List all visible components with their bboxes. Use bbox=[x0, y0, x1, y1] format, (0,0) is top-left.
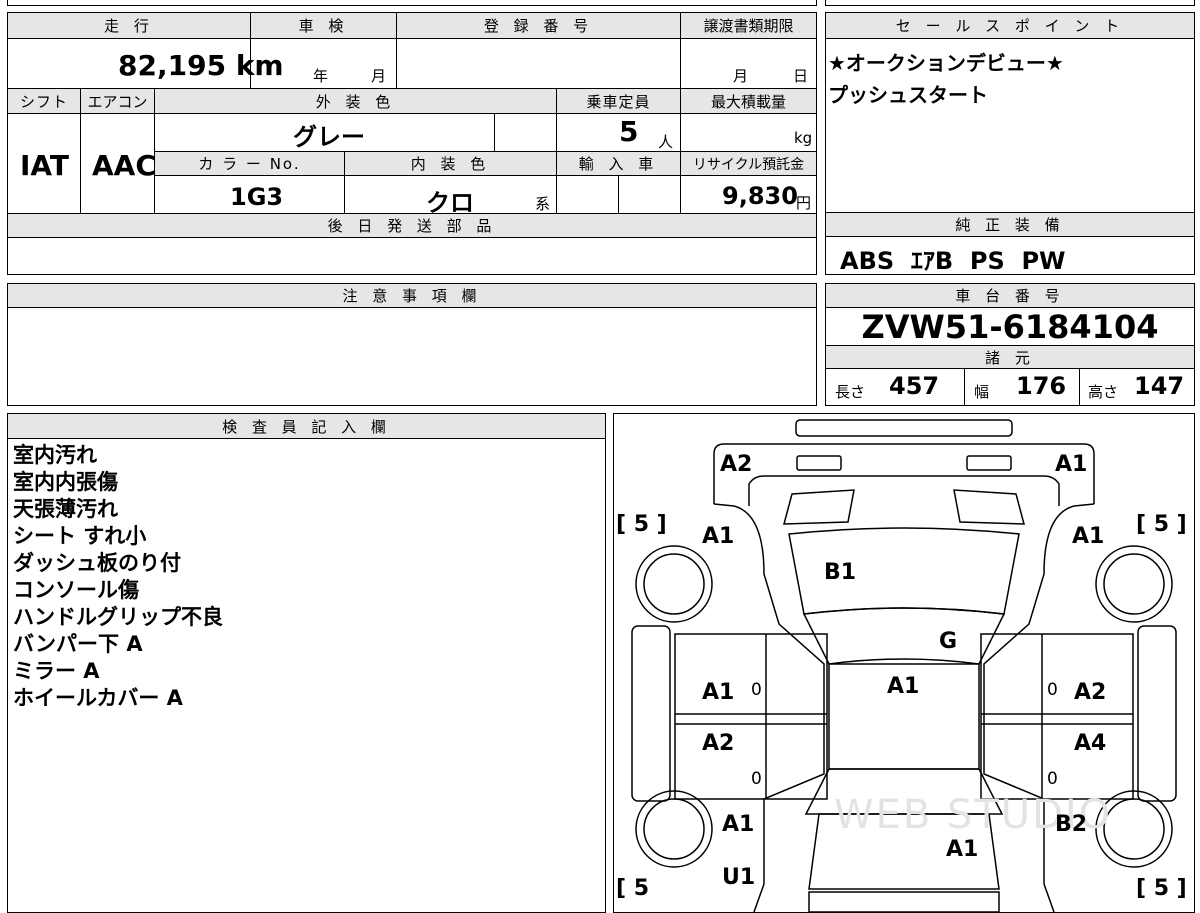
car-diagram-box: WEB STUDIO [ 5 ] [ 5 ] [ 5 [ 5 ] A2 A1 A… bbox=[613, 413, 1195, 913]
recycle-value: 9,830 bbox=[722, 182, 798, 210]
mark-right-front-door-zero: 0 bbox=[1047, 680, 1058, 700]
tire-tread-front-right: [ 5 ] bbox=[1136, 512, 1187, 537]
width-label: 幅 bbox=[974, 383, 990, 401]
inspector-note: ミラー A bbox=[13, 659, 100, 683]
transfer-month-unit: 月 bbox=[733, 67, 749, 85]
inspector-note: ハンドルグリップ不良 bbox=[13, 605, 223, 629]
mark-right-front-door: A2 bbox=[1074, 680, 1107, 705]
inspector-note: 室内汚れ bbox=[13, 443, 97, 467]
top-strip-right bbox=[825, 0, 1195, 6]
mark-left-rear-bumper: U1 bbox=[722, 865, 756, 890]
exterior-color-value: グレー bbox=[293, 123, 365, 151]
inspector-note: ホイールカバー A bbox=[13, 686, 183, 710]
mark-windshield: G bbox=[939, 629, 958, 654]
inspection-month-unit: 月 bbox=[371, 67, 387, 85]
mark-front-right-corner: A1 bbox=[1055, 452, 1088, 477]
sales-point-line-2: プッシュスタート bbox=[828, 83, 988, 107]
later-parts-header: 後 日 発 送 部 品 bbox=[8, 214, 816, 237]
specs-header: 諸 元 bbox=[826, 346, 1194, 368]
interior-color-suffix: 系 bbox=[535, 195, 551, 213]
mark-trunk: A1 bbox=[946, 837, 979, 862]
height-label: 高さ bbox=[1088, 383, 1119, 401]
equipment-value: ABS ｴｱB PS PW bbox=[840, 247, 1066, 275]
shift-value: IAT bbox=[20, 149, 70, 182]
inspector-note: バンパー下 A bbox=[13, 632, 143, 656]
mark-front-left-corner: A2 bbox=[720, 452, 753, 477]
sales-point-header: セ ー ル ス ポ イ ン ト bbox=[826, 13, 1194, 38]
length-value: 457 bbox=[889, 372, 940, 400]
vehicle-info-table: 走 行 車 検 登 録 番 号 譲渡書類期限 82,195 km 年 月 月 日… bbox=[7, 12, 817, 275]
inspector-box: 検 査 員 記 入 欄 室内汚れ 室内内張傷 天張薄汚れ シート すれ小 ダッシ… bbox=[7, 413, 606, 913]
capacity-value: 5 bbox=[619, 115, 639, 148]
interior-color-header: 内 装 色 bbox=[345, 152, 556, 175]
mark-front-right-fender: A1 bbox=[1072, 524, 1105, 549]
mark-right-rear-door: A4 bbox=[1074, 731, 1107, 756]
mileage-header: 走 行 bbox=[8, 13, 250, 38]
chassis-box: 車 台 番 号 ZVW51-6184104 諸 元 長さ 457 幅 176 高… bbox=[825, 283, 1195, 406]
inspector-notes: 室内汚れ 室内内張傷 天張薄汚れ シート すれ小 ダッシュ板のり付 コンソール傷… bbox=[13, 442, 223, 712]
mark-roof: A1 bbox=[887, 674, 920, 699]
max-load-header: 最大積載量 bbox=[681, 89, 816, 113]
mileage-value: 82,195 km bbox=[118, 49, 284, 82]
inspector-note: 室内内張傷 bbox=[13, 470, 118, 494]
tire-tread-rear-left: [ 5 bbox=[616, 876, 650, 901]
inspector-note: 天張薄汚れ bbox=[13, 497, 118, 521]
sales-point-box: セ ー ル ス ポ イ ン ト ★オークションデビュー★ プッシュスタート bbox=[825, 12, 1195, 213]
height-value: 147 bbox=[1134, 372, 1185, 400]
width-value: 176 bbox=[1016, 372, 1067, 400]
mark-hood: B1 bbox=[824, 560, 857, 585]
color-no-value: 1G3 bbox=[230, 183, 284, 211]
mark-left-rear-door: A2 bbox=[702, 731, 735, 756]
top-strip bbox=[7, 0, 817, 6]
capacity-unit: 人 bbox=[658, 133, 674, 151]
tire-tread-rear-right: [ 5 ] bbox=[1136, 876, 1187, 901]
chassis-header: 車 台 番 号 bbox=[826, 284, 1194, 307]
shift-header: シフト bbox=[8, 89, 80, 113]
mark-left-rear-door-zero: 0 bbox=[751, 769, 762, 789]
import-header: 輸 入 車 bbox=[557, 152, 680, 175]
exterior-color-header: 外 装 色 bbox=[155, 89, 556, 113]
equipment-header: 純 正 装 備 bbox=[826, 213, 1194, 236]
color-no-header: カ ラ ー No. bbox=[155, 152, 344, 175]
inspector-note: シート すれ小 bbox=[13, 524, 147, 548]
inspector-note: ダッシュ板のり付 bbox=[13, 551, 181, 575]
sales-point-line-1: ★オークションデビュー★ bbox=[828, 51, 1064, 75]
inspection-header: 車 検 bbox=[251, 13, 396, 38]
max-load-unit: kg bbox=[794, 129, 813, 147]
recycle-header: リサイクル預託金 bbox=[681, 152, 816, 175]
inspector-note: コンソール傷 bbox=[13, 578, 139, 602]
inspection-year-unit: 年 bbox=[313, 67, 329, 85]
mark-right-rear-fender: B2 bbox=[1055, 812, 1088, 837]
recycle-unit: 円 bbox=[796, 194, 812, 212]
mark-left-front-door: A1 bbox=[702, 680, 735, 705]
chassis-number: ZVW51-6184104 bbox=[861, 308, 1159, 346]
mark-left-front-door-zero: 0 bbox=[751, 680, 762, 700]
mark-left-rear-fender: A1 bbox=[722, 812, 755, 837]
aircon-value: AAC bbox=[92, 149, 156, 182]
aircon-header: エアコン bbox=[81, 89, 154, 113]
capacity-header: 乗車定員 bbox=[557, 89, 680, 113]
inspector-header: 検 査 員 記 入 欄 bbox=[8, 414, 605, 438]
length-label: 長さ bbox=[835, 383, 866, 401]
mark-right-rear-door-zero: 0 bbox=[1047, 769, 1058, 789]
caution-header: 注 意 事 項 欄 bbox=[8, 284, 816, 307]
equipment-box: 純 正 装 備 ABS ｴｱB PS PW bbox=[825, 212, 1195, 275]
caution-box: 注 意 事 項 欄 bbox=[7, 283, 817, 406]
transfer-doc-header: 譲渡書類期限 bbox=[681, 13, 816, 38]
registration-header: 登 録 番 号 bbox=[397, 13, 680, 38]
tire-tread-front-left: [ 5 ] bbox=[616, 512, 667, 537]
transfer-day-unit: 日 bbox=[793, 67, 809, 85]
mark-front-left-fender: A1 bbox=[702, 524, 735, 549]
